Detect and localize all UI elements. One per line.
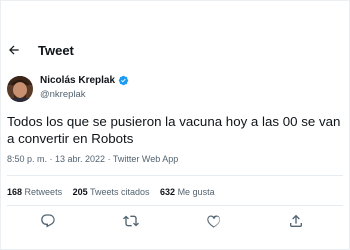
author-name[interactable]: Nicolás Kreplak xyxy=(40,75,115,86)
likes-count: 632 xyxy=(160,187,176,197)
author-handle[interactable]: @nkreplak xyxy=(40,89,86,100)
retweet-icon[interactable] xyxy=(123,213,139,229)
retweets-stat[interactable]: 168 Retweets xyxy=(7,187,62,197)
divider-top xyxy=(7,175,343,176)
back-arrow-icon[interactable] xyxy=(7,43,21,57)
avatar[interactable] xyxy=(7,76,33,102)
tweet-timestamp[interactable]: 8:50 p. m. · 13 abr. 2022 · Twitter Web … xyxy=(7,154,178,164)
likes-stat[interactable]: 632 Me gusta xyxy=(160,187,215,197)
page-title: Tweet xyxy=(38,43,74,58)
quotes-count: 205 xyxy=(72,187,88,197)
verified-badge-icon xyxy=(118,75,129,86)
retweets-count: 168 xyxy=(7,187,23,197)
tweet-header: Tweet xyxy=(0,40,350,62)
tweet-stats: 168 Retweets 205 Tweets citados 632 Me g… xyxy=(7,187,223,197)
tweet-text: Todos los que se pusieron la vacuna hoy … xyxy=(7,114,341,146)
quotes-stat[interactable]: 205 Tweets citados xyxy=(73,187,150,197)
tweet-actions xyxy=(0,213,350,231)
divider-bottom xyxy=(7,205,343,206)
heart-icon[interactable] xyxy=(206,213,222,229)
quotes-label: Tweets citados xyxy=(89,187,150,197)
likes-label: Me gusta xyxy=(177,187,215,197)
reply-icon[interactable] xyxy=(40,213,56,229)
author-name-row: Nicolás Kreplak xyxy=(40,75,129,86)
tweet-page: Tweet Nicolás Kreplak @nkreplak Todos lo… xyxy=(0,0,350,250)
share-icon[interactable] xyxy=(288,213,304,229)
retweets-label: Retweets xyxy=(24,187,63,197)
